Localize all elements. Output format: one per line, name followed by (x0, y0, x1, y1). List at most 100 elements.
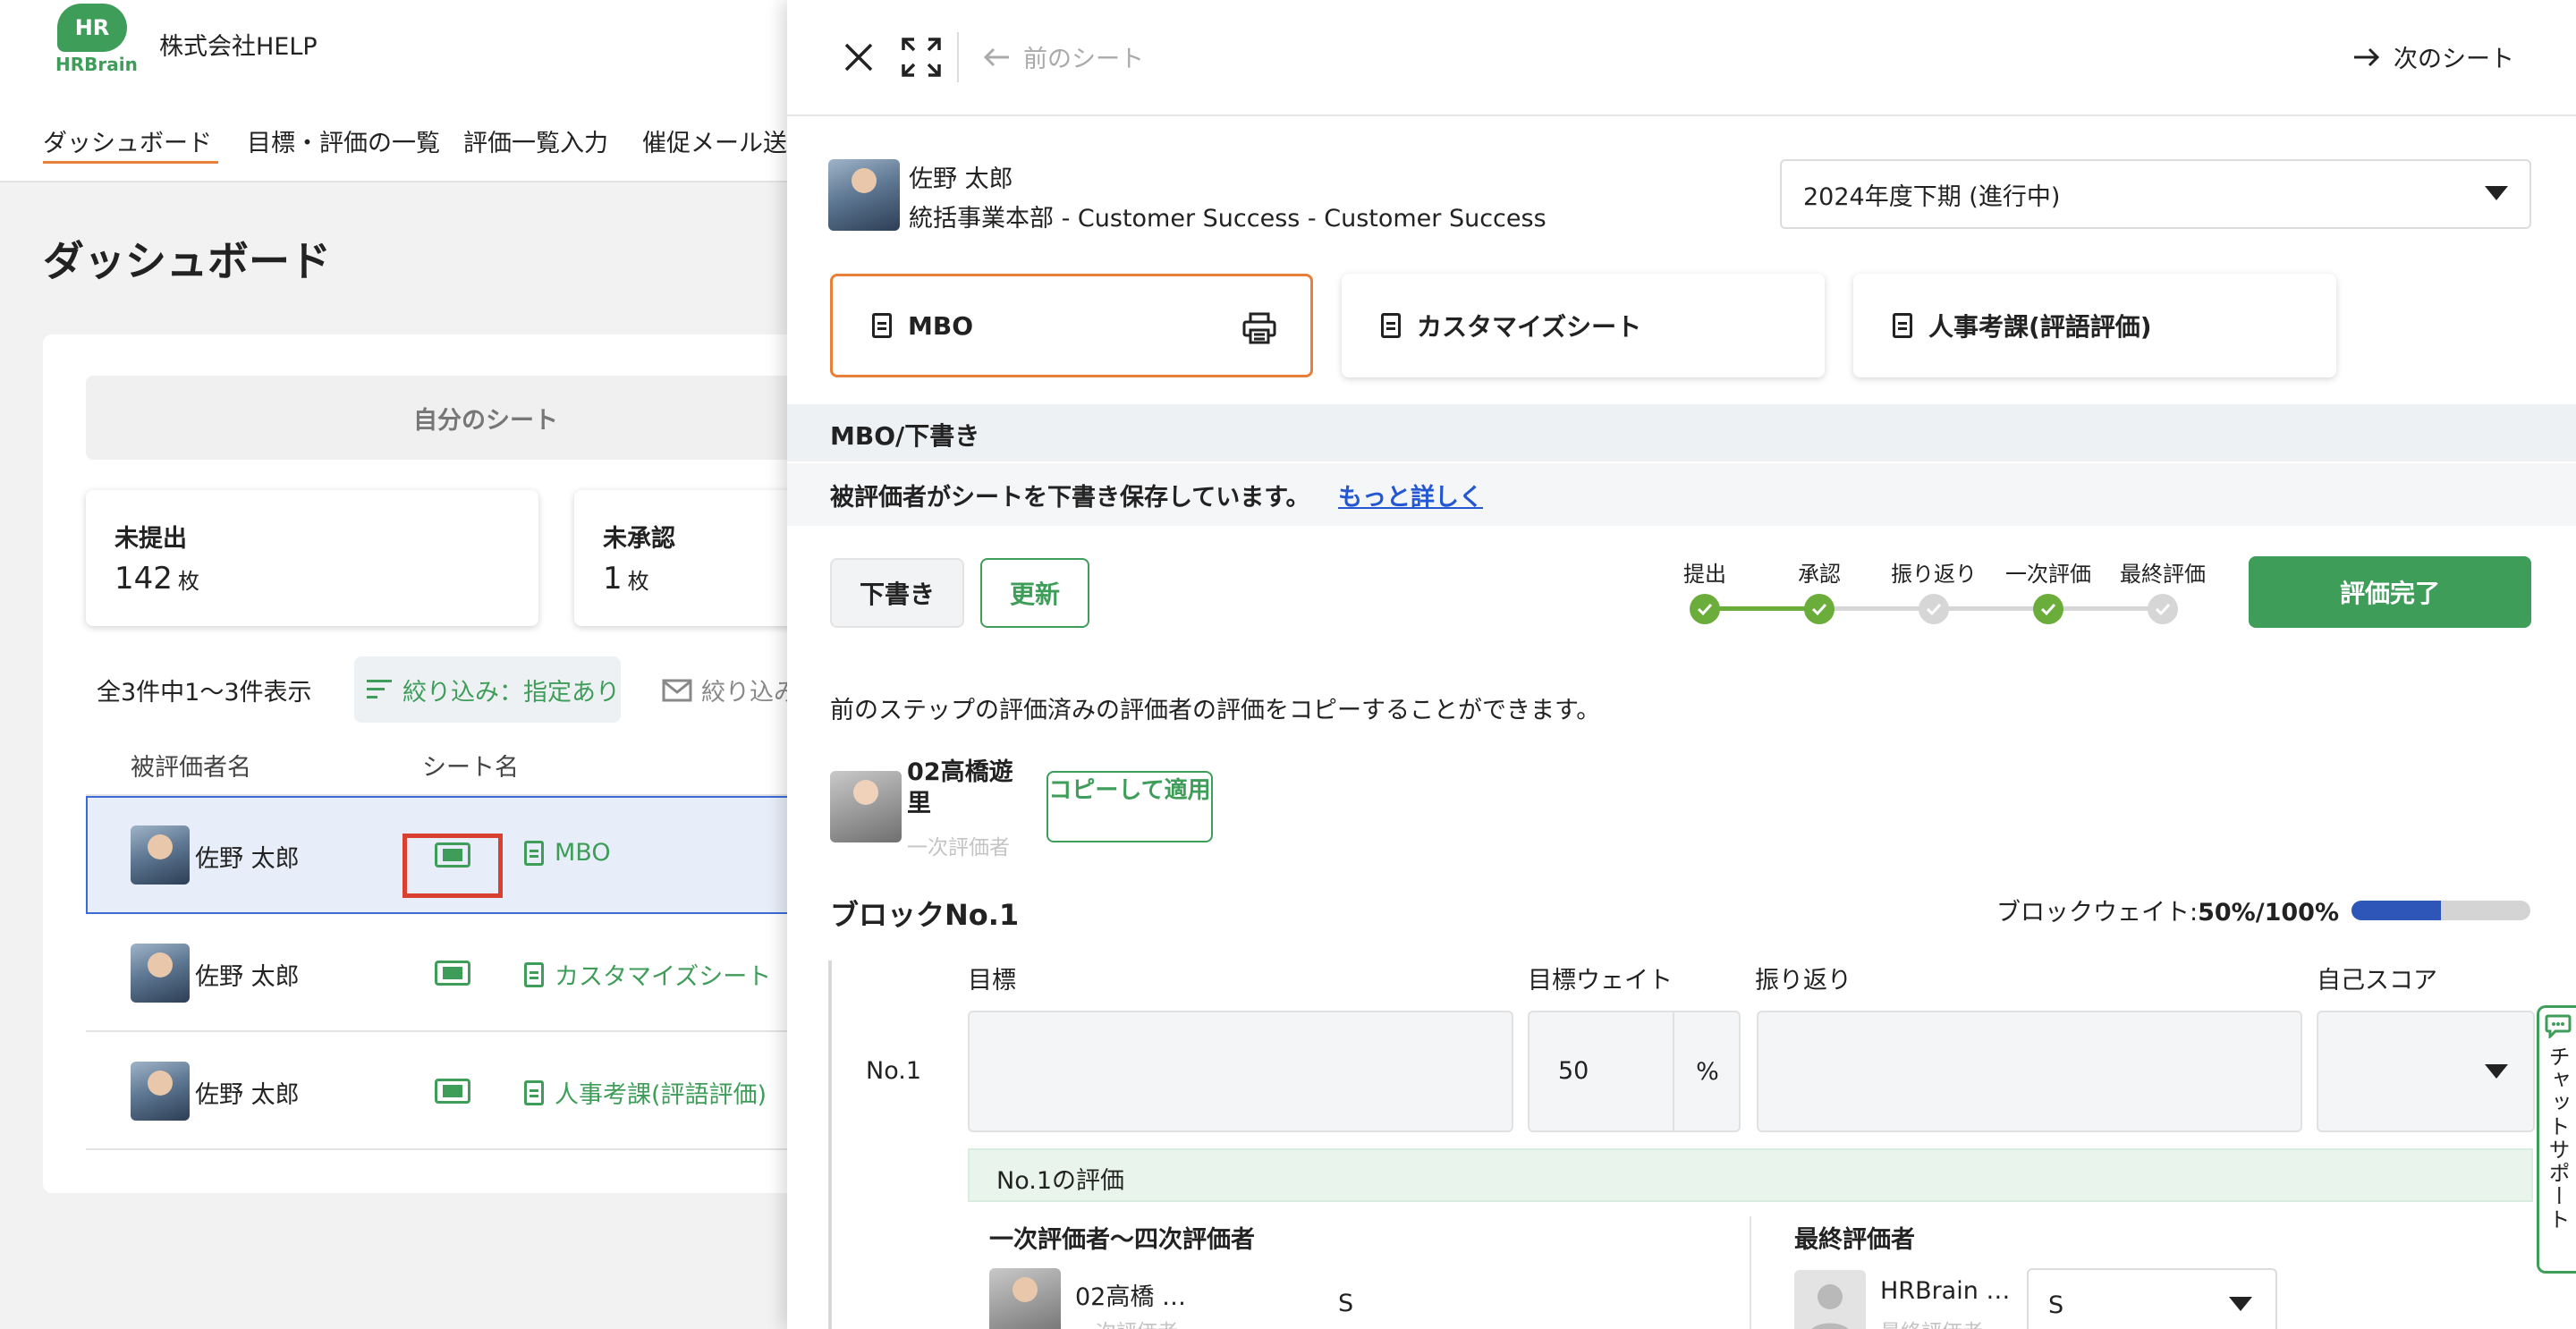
avatar (131, 1062, 190, 1121)
sheet-name: カスタマイズシート (555, 963, 772, 991)
document-icon (524, 1079, 544, 1105)
evaluation-header (968, 1148, 2533, 1202)
sheet-name: MBO (555, 839, 611, 867)
header-divider (957, 32, 959, 82)
caret-down-icon (2229, 1297, 2252, 1311)
evaluatee-name: 佐野 太郎 (195, 1081, 300, 1109)
avatar (828, 159, 900, 231)
final-evaluator-name: HRBrain … (1880, 1277, 2011, 1305)
block-weight-value: 50%/100% (2198, 899, 2340, 927)
evaluation-title: No.1の評価 (996, 1167, 1125, 1195)
mail-icon (662, 679, 692, 701)
sheet-preview-icon[interactable] (435, 961, 470, 986)
period-select[interactable]: 2024年度下期 (進行中) (1780, 159, 2531, 229)
check-icon (2148, 594, 2178, 624)
step-connector (1705, 606, 1819, 611)
status-title: MBO/下書き (830, 421, 980, 451)
mail-filter-label: 絞り込み (701, 679, 798, 707)
mail-filter-button[interactable]: 絞り込み (662, 673, 798, 707)
tab-appraisal[interactable]: 人事考課(評語評価) (1853, 274, 2336, 377)
step-label-approve: 承認 (1798, 562, 1841, 587)
final-evaluator-title: 最終評価者 (1794, 1226, 1915, 1254)
nav-evaluation-input[interactable]: 評価一覧入力 (463, 123, 608, 158)
tab-label: MBO (908, 310, 974, 341)
update-button[interactable]: 更新 (980, 558, 1089, 628)
first-evaluator-name: 02高橋 … (1075, 1283, 1186, 1311)
block-weight-label: ブロックウェイト: (1996, 899, 2199, 927)
chat-icon (2545, 1014, 2571, 1038)
goal-weight-value: 50 (1558, 1057, 1589, 1085)
avatar (989, 1268, 1061, 1329)
prev-sheet-button[interactable]: 前のシート (982, 39, 1144, 74)
tab-customize-sheet[interactable]: カスタマイズシート (1342, 274, 1825, 377)
stat-unsubmitted[interactable]: 未提出 142 枚 (86, 490, 538, 626)
copy-apply-button[interactable]: コピーして適用 (1046, 771, 1213, 842)
tab-mbo[interactable]: MBO (830, 274, 1313, 377)
step-connector (1819, 606, 2163, 611)
block-weight-fill (2351, 900, 2442, 920)
close-icon[interactable] (837, 36, 880, 79)
column-header-evaluatee[interactable]: 被評価者名 (131, 748, 251, 783)
evaluatee-department: 統括事業本部 - Customer Success - Customer Suc… (909, 205, 1546, 233)
print-icon[interactable] (1242, 312, 1276, 344)
tab-label: 人事考課(評語評価) (1928, 312, 2152, 342)
stat-label: 未提出 (114, 525, 187, 553)
document-icon (872, 313, 892, 338)
evaluatee-name: 佐野 太郎 (195, 963, 300, 991)
result-count: 全3件中1〜3件表示 (97, 679, 312, 707)
caret-down-icon (2485, 186, 2508, 200)
chat-support-button[interactable]: チャットサポート (2537, 1005, 2576, 1274)
goal-weight-unit: % (1673, 1011, 1741, 1132)
filter-label: 絞り込み：指定あり (402, 678, 620, 707)
nav-dashboard[interactable]: ダッシュボード (43, 123, 212, 158)
tab-label: カスタマイズシート (1417, 312, 1642, 342)
filter-button[interactable]: 絞り込み：指定あり (354, 656, 621, 723)
filter-icon (367, 680, 392, 698)
document-icon (524, 961, 544, 987)
sheet-link-appraisal[interactable]: 人事考課(評語評価) (524, 1075, 767, 1110)
first-to-fourth-evaluators-title: 一次評価者〜四次評価者 (989, 1226, 1255, 1254)
complete-evaluation-button[interactable]: 評価完了 (2249, 556, 2531, 628)
next-sheet-label: 次のシート (2394, 46, 2514, 73)
page-title: ダッシュボード (43, 237, 331, 285)
first-evaluator-score: S (1338, 1290, 1354, 1317)
default-avatar-icon (1794, 1270, 1866, 1329)
block-weight-bar (2351, 900, 2531, 920)
learn-more-link[interactable]: もっと詳しく (1338, 478, 1483, 512)
column-header-goal-weight: 目標ウェイト (1528, 967, 1673, 995)
avatar (131, 944, 190, 1003)
evaluation-divider (1750, 1216, 1751, 1329)
nav-goals-evaluations[interactable]: 目標・評価の一覧 (247, 123, 440, 158)
status-message: 被評価者がシートを下書き保存しています。 (830, 484, 1310, 512)
logo-wordmark: HRBrain (55, 54, 138, 75)
nav-reminder-mail[interactable]: 催促メール送 (642, 123, 787, 158)
block-weight: ブロックウェイト:50%/100% (1996, 893, 2531, 927)
company-name: 株式会社HELP (159, 33, 318, 61)
sheet-link-customize[interactable]: カスタマイズシート (524, 957, 771, 992)
sheet-link-mbo[interactable]: MBO (524, 839, 611, 867)
column-header-sheet[interactable]: シート名 (422, 748, 519, 783)
step-label-first-eval: 一次評価 (2005, 562, 2091, 587)
caret-down-icon (2485, 1064, 2508, 1079)
check-icon (1804, 594, 1835, 624)
block-title: ブロックNo.1 (830, 898, 1020, 932)
arrow-right-icon (2354, 47, 2380, 66)
status-header (787, 404, 2576, 461)
next-sheet-button[interactable]: 次のシート (2352, 39, 2514, 74)
copy-description: 前のステップの評価済みの評価者の評価をコピーすることができます。 (830, 697, 1601, 724)
evaluator-role: 一次評価者 (907, 836, 1010, 859)
document-icon (1381, 313, 1401, 338)
highlight-box (402, 834, 503, 898)
hrbrain-logo-icon[interactable]: HR (57, 4, 127, 52)
expand-icon[interactable] (900, 36, 943, 79)
sheet-preview-icon[interactable] (435, 1079, 470, 1104)
check-icon (1690, 594, 1720, 624)
goal-field[interactable] (968, 1011, 1513, 1132)
step-label-review: 振り返り (1891, 562, 1977, 587)
final-evaluator-role: 最終評価者 (1880, 1315, 1983, 1329)
avatar (131, 825, 190, 885)
draft-button[interactable]: 下書き (830, 558, 964, 628)
step-label-submit: 提出 (1683, 562, 1726, 587)
arrow-left-icon (983, 47, 1009, 66)
reflection-field[interactable] (1757, 1011, 2302, 1132)
